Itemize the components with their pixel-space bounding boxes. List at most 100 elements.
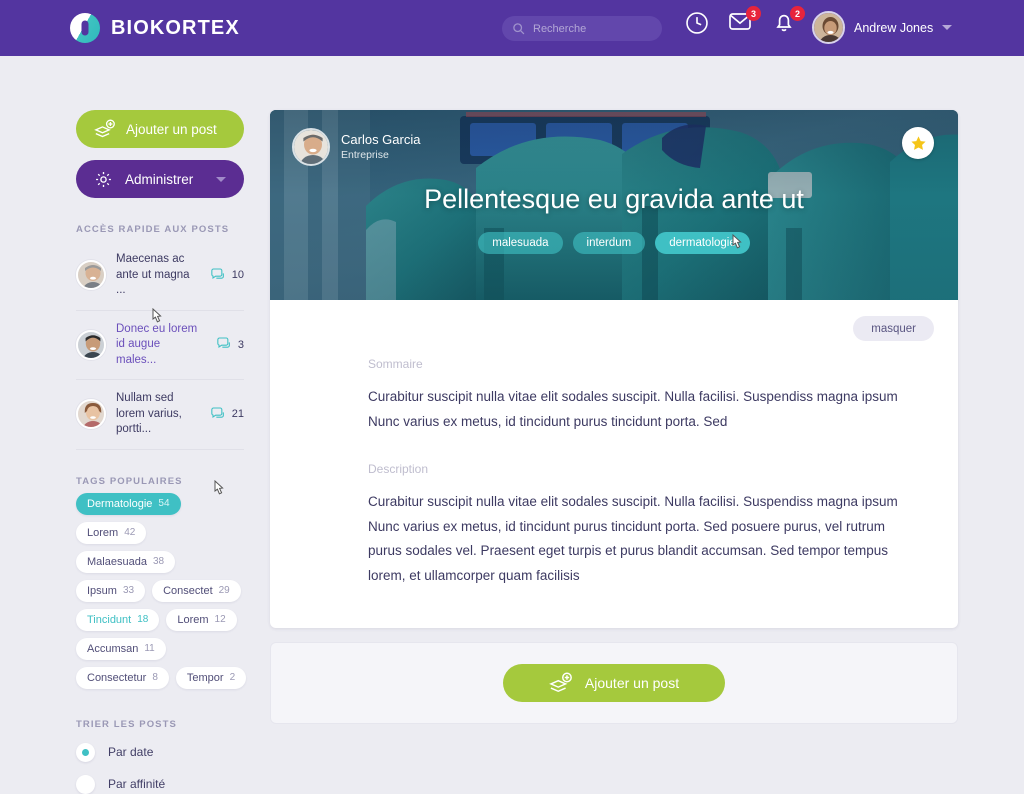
layers-plus-icon	[94, 119, 115, 138]
add-post-button-footer[interactable]: Ajouter un post	[503, 664, 725, 702]
hide-button[interactable]: masquer	[853, 316, 934, 341]
description-text: Curabitur suscipit nulla vitae elit soda…	[368, 494, 898, 583]
hide-row: masquer	[270, 300, 958, 341]
tag-item[interactable]: Consectet 29	[152, 579, 241, 602]
tag-item[interactable]: Malaesuada 38	[76, 550, 176, 573]
add-post-button[interactable]: Ajouter un post	[76, 110, 244, 148]
list-item-text: Nullam sed lorem varius, portti...	[116, 392, 182, 436]
post-hero-image: Carlos Garcia Entreprise Pellentesque eu…	[270, 110, 958, 300]
tag-item[interactable]: Accumsan 11	[76, 637, 166, 660]
header-icon-group: 3 2	[684, 6, 805, 36]
comment-count: 21	[231, 408, 244, 421]
tag-count: 33	[122, 585, 135, 597]
top-header: BIOKORTEX 3 2	[0, 0, 1024, 56]
footer-add-post-panel: Ajouter un post	[270, 642, 958, 724]
add-post-label: Ajouter un post	[126, 121, 217, 137]
list-item[interactable]: Nullam sed lorem varius, portti... 21	[76, 380, 244, 450]
comment-meta: 21	[210, 407, 244, 422]
search-box[interactable]	[502, 16, 662, 41]
description-label: Description	[368, 462, 429, 477]
tag-item[interactable]: Lorem 42	[76, 521, 147, 544]
avatar	[76, 260, 106, 291]
chevron-down-icon[interactable]	[216, 177, 226, 182]
tag-label: Ipsum	[87, 584, 117, 597]
avatar	[76, 329, 106, 360]
bell-icon[interactable]: 2	[772, 6, 805, 36]
tag-label: Consectetur	[87, 671, 147, 684]
add-post-label: Ajouter un post	[584, 675, 680, 691]
favorite-star-button[interactable]	[902, 127, 934, 159]
clock-icon[interactable]	[684, 10, 710, 36]
quick-access-list: Maecenas ac ante ut magna ... 10 Donec e…	[76, 241, 244, 450]
tag-label: Tempor	[186, 671, 224, 684]
layers-plus-icon	[548, 672, 572, 693]
tag-item[interactable]: Dermatologie 54	[76, 492, 181, 515]
sort-option-label: Par date	[108, 745, 154, 760]
post-tag[interactable]: dermatologie	[655, 232, 750, 254]
search-icon	[513, 23, 525, 35]
administer-label: Administrer	[125, 171, 194, 187]
comments-icon	[211, 268, 224, 279]
list-item[interactable]: Maecenas ac ante ut magna ... 10	[76, 241, 244, 311]
tag-label: Lorem	[177, 613, 209, 626]
post-author-name: Carlos Garcia	[341, 132, 421, 148]
tag-count: 11	[144, 643, 155, 655]
comment-meta: 10	[210, 268, 244, 283]
tag-label: Malaesuada	[87, 555, 147, 568]
brand-logo[interactable]: BIOKORTEX	[70, 13, 240, 43]
post-card: Carlos Garcia Entreprise Pellentesque eu…	[270, 110, 958, 629]
post-body: Sommaire Curabitur suscipit nulla vitae …	[270, 341, 958, 628]
brand-name: BIOKORTEX	[111, 16, 240, 39]
chevron-down-icon[interactable]	[942, 25, 953, 30]
tag-count: 38	[152, 556, 165, 568]
post-tag[interactable]: malesuada	[478, 232, 563, 254]
list-item[interactable]: Donec eu lorem id augue males... 3	[76, 311, 244, 381]
avatar	[292, 128, 330, 166]
post-title: Pellentesque eu gravida ante ut	[424, 184, 804, 214]
summary-label: Sommaire	[368, 357, 423, 371]
summary-text: Curabitur suscipit nulla vitae elit soda…	[368, 389, 898, 429]
tag-count: 42	[124, 527, 136, 539]
sort-title: TRIER LES POSTS	[76, 718, 177, 730]
post-tag[interactable]: interdum	[572, 232, 646, 254]
gear-icon	[96, 171, 111, 187]
comment-meta: 3	[216, 337, 244, 352]
tag-item[interactable]: Tincidunt 18	[76, 608, 160, 631]
post-author[interactable]: Carlos Garcia Entreprise	[292, 128, 420, 166]
comments-icon	[211, 407, 224, 418]
tag-count: 8	[152, 672, 158, 684]
tag-label: Tincidunt	[87, 613, 132, 626]
tag-item[interactable]: Lorem 12	[166, 608, 237, 631]
tag-count: 12	[214, 614, 226, 626]
search-input[interactable]	[533, 22, 643, 35]
comment-count: 10	[231, 269, 244, 282]
avatar	[812, 11, 845, 44]
comment-count: 3	[237, 338, 244, 351]
list-item-text: Maecenas ac ante ut magna ...	[116, 253, 190, 297]
tag-item[interactable]: Consectetur 8	[76, 666, 169, 689]
user-menu[interactable]: Andrew Jones	[812, 11, 953, 44]
user-name: Andrew Jones	[854, 20, 934, 35]
avatar	[76, 399, 106, 430]
envelope-icon[interactable]: 3	[728, 6, 761, 36]
list-item-text: Donec eu lorem id augue males...	[116, 322, 198, 366]
tag-count: 18	[137, 614, 149, 626]
quick-access-title: ACCÈS RAPIDE AUX POSTS	[76, 224, 230, 235]
comments-icon	[217, 337, 230, 349]
administer-button[interactable]: Administrer	[76, 160, 244, 198]
envelope-badge: 3	[746, 6, 761, 21]
sort-option-par-date[interactable]: Par date	[76, 742, 244, 762]
star-icon	[910, 135, 926, 150]
sort-option-par-affinite[interactable]: Par affinité	[76, 774, 244, 794]
biokortex-circle-logo-icon	[70, 13, 100, 43]
radio-button-selected[interactable]	[76, 742, 95, 762]
radio-button[interactable]	[76, 774, 95, 794]
sidebar: Ajouter un post Administrer ACCÈS RAPIDE…	[76, 110, 247, 794]
post-author-role: Entreprise	[341, 148, 389, 161]
sort-option-label: Par affinité	[108, 777, 166, 792]
tag-label: Consectet	[163, 584, 213, 597]
search-container[interactable]	[502, 16, 662, 41]
tag-item[interactable]: Tempor 2	[175, 666, 247, 689]
tag-item[interactable]: Ipsum 33	[76, 579, 146, 602]
tag-count: 29	[218, 585, 230, 597]
